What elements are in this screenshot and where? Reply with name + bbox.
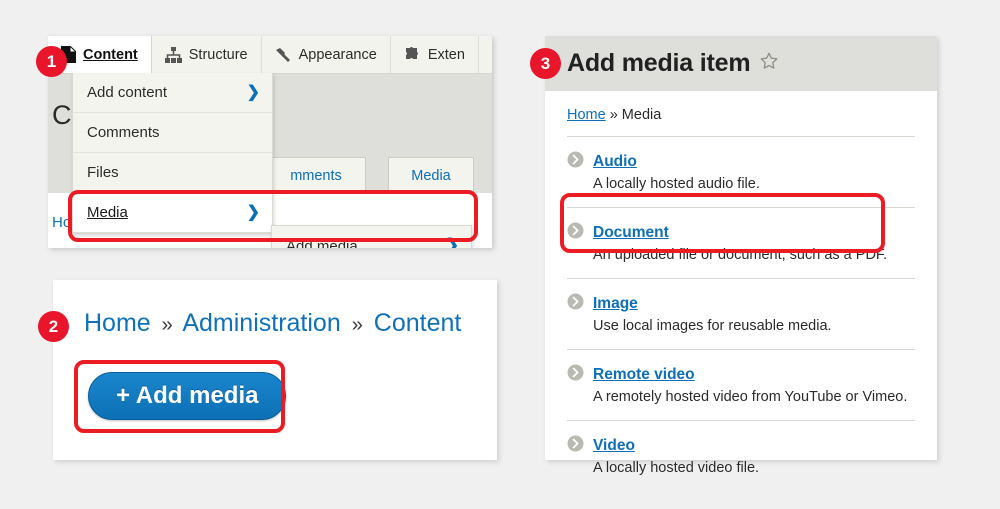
menu-item-files[interactable]: Files	[73, 153, 272, 193]
menu-item-add-content[interactable]: Add content ❯	[73, 73, 272, 113]
media-item-title[interactable]: Document	[593, 224, 669, 242]
media-item-header: Document	[567, 222, 915, 244]
toolbar-label: Structure	[188, 46, 248, 63]
step-badge-3: 3	[530, 48, 561, 79]
panel3-header: Add media item	[545, 36, 937, 91]
chevron-circle-icon	[567, 293, 584, 315]
toolbar-item-structure[interactable]: Structure	[151, 36, 262, 73]
list-item[interactable]: Remote video A remotely hosted video fro…	[567, 350, 915, 421]
breadcrumb-separator: »	[351, 314, 363, 336]
list-item[interactable]: Audio A locally hosted audio file.	[567, 137, 915, 208]
menu-item-label: Files	[87, 164, 119, 181]
chevron-circle-icon	[567, 435, 584, 457]
menu-item-media[interactable]: Media ❯	[73, 193, 272, 233]
step-badge-2: 2	[38, 311, 69, 342]
media-submenu: Add media ❯	[271, 225, 472, 248]
breadcrumb-button-panel: Home » Administration » Content	[53, 280, 497, 460]
panel3-title: Add media item	[567, 49, 751, 77]
menu-item-label: Media	[87, 204, 128, 221]
media-item-description: Use local images for reusable media.	[593, 318, 832, 334]
chevron-circle-icon	[567, 151, 584, 173]
menu-item-comments[interactable]: Comments	[73, 113, 272, 153]
media-item-title[interactable]: Video	[593, 437, 635, 455]
toolbar-item-appearance[interactable]: Appearance	[261, 36, 391, 73]
media-item-description: A locally hosted audio file.	[593, 176, 760, 192]
chevron-circle-icon	[567, 364, 584, 386]
media-item-description: A remotely hosted video from YouTube or …	[593, 389, 908, 405]
hierarchy-icon	[164, 46, 182, 63]
media-item-title[interactable]: Audio	[593, 153, 637, 171]
breadcrumb-current: » Media	[605, 107, 662, 123]
media-item-header: Video	[567, 435, 915, 457]
home-link-partial[interactable]: Ho	[52, 214, 71, 231]
media-item-title[interactable]: Remote video	[593, 366, 695, 384]
toolbar-label: Exten	[427, 46, 465, 63]
chevron-right-icon: ❯	[246, 203, 260, 221]
tab-media[interactable]: Media	[388, 157, 474, 193]
breadcrumb-home[interactable]: Home	[567, 107, 606, 123]
list-item[interactable]: Image Use local images for reusable medi…	[567, 279, 915, 350]
media-type-list: Audio A locally hosted audio file. Docum…	[567, 137, 915, 491]
step-badge-1: 1	[36, 46, 67, 77]
media-item-title[interactable]: Image	[593, 295, 638, 313]
add-media-item-panel: Add media item Home » Media Audio A loca…	[545, 36, 937, 476]
submenu-item-label: Add media	[286, 237, 358, 249]
star-outline-icon[interactable]	[759, 51, 779, 76]
tab-comments[interactable]: mments	[266, 157, 366, 193]
breadcrumb-content[interactable]: Content	[374, 309, 462, 337]
menu-item-label: Add content	[87, 84, 168, 101]
media-item-header: Image	[567, 293, 915, 315]
media-item-description: An uploaded file or document, such as a …	[593, 247, 888, 263]
puzzle-icon	[404, 46, 421, 63]
admin-toolbar: Content Structure Appearance Exten	[48, 36, 492, 74]
list-item[interactable]: Document An uploaded file or document, s…	[567, 208, 915, 279]
toolbar-label: Appearance	[298, 46, 377, 63]
menu-item-label: Comments	[87, 124, 160, 141]
breadcrumb: Home » Administration » Content	[84, 309, 461, 338]
panel1-body: Co mments Media Ho Content Structure App…	[48, 36, 492, 248]
submenu-item-add-media[interactable]: Add media ❯	[272, 226, 471, 248]
breadcrumb-home[interactable]: Home	[84, 309, 151, 337]
paintbrush-icon	[275, 47, 292, 63]
breadcrumb-administration[interactable]: Administration	[182, 309, 340, 337]
chevron-circle-icon	[567, 222, 584, 244]
toolbar-menu-panel: Co mments Media Ho Content Structure App…	[48, 36, 492, 248]
panel3-breadcrumb: Home » Media	[567, 91, 915, 137]
media-item-header: Audio	[567, 151, 915, 173]
breadcrumb-separator: »	[161, 314, 173, 336]
toolbar-label: Content	[83, 46, 138, 63]
add-media-button[interactable]: + Add media	[88, 372, 287, 420]
list-item[interactable]: Video A locally hosted video file.	[567, 421, 915, 491]
chevron-right-icon: ❯	[246, 83, 260, 101]
media-item-description: A locally hosted video file.	[593, 460, 760, 476]
content-dropdown-menu: Add content ❯ Comments Files Media ❯	[72, 73, 273, 234]
toolbar-item-extend[interactable]: Exten	[390, 36, 479, 73]
media-item-header: Remote video	[567, 364, 915, 386]
chevron-right-icon: ❯	[445, 237, 459, 249]
